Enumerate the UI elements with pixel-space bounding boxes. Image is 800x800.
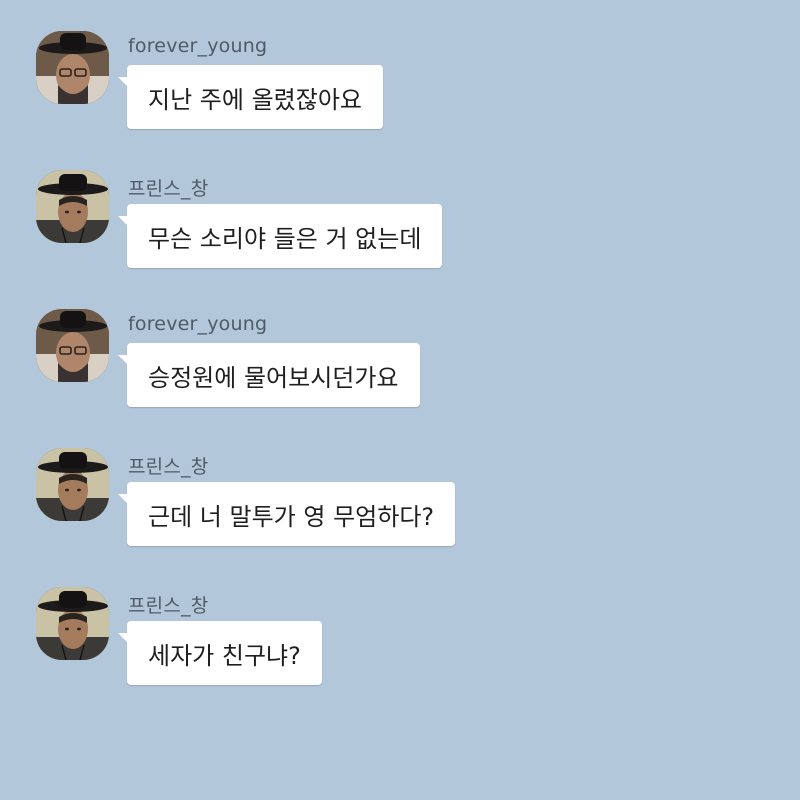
sender-name: 프린스_창 (128, 178, 209, 200)
chat-message: forever_young 승정원에 물어보시던가요 (36, 309, 736, 429)
chat-message: 프린스_창 세자가 친구냐? (36, 587, 736, 707)
message-bubble[interactable]: 승정원에 물어보시던가요 (118, 343, 420, 407)
chat-message: 프린스_창 근데 너 말투가 영 무엄하다? (36, 448, 736, 568)
man-with-glasses-gat-avatar[interactable] (36, 31, 109, 104)
message-bubble[interactable]: 지난 주에 올렸잖아요 (118, 65, 383, 129)
chat-room: forever_young 지난 주에 올렸잖아요 프린스_창 무슨 소리야 들… (0, 0, 800, 800)
message-bubble[interactable]: 세자가 친구냐? (118, 621, 322, 685)
message-bubble[interactable]: 무슨 소리야 들은 거 없는데 (117, 204, 443, 268)
message-bubble[interactable]: 근데 너 말투가 영 무엄하다? (117, 482, 456, 546)
sender-name: 프린스_창 (128, 456, 209, 478)
young-man-gat-avatar[interactable] (36, 448, 109, 521)
young-man-gat-avatar[interactable] (36, 587, 109, 660)
sender-name: forever_young (128, 35, 268, 57)
sender-name: 프린스_창 (128, 595, 209, 617)
sender-name: forever_young (128, 313, 268, 335)
chat-message: 프린스_창 무슨 소리야 들은 거 없는데 (36, 170, 736, 290)
man-with-glasses-gat-avatar[interactable] (36, 309, 109, 382)
young-man-gat-avatar[interactable] (36, 170, 109, 243)
chat-message: forever_young 지난 주에 올렸잖아요 (36, 31, 736, 151)
